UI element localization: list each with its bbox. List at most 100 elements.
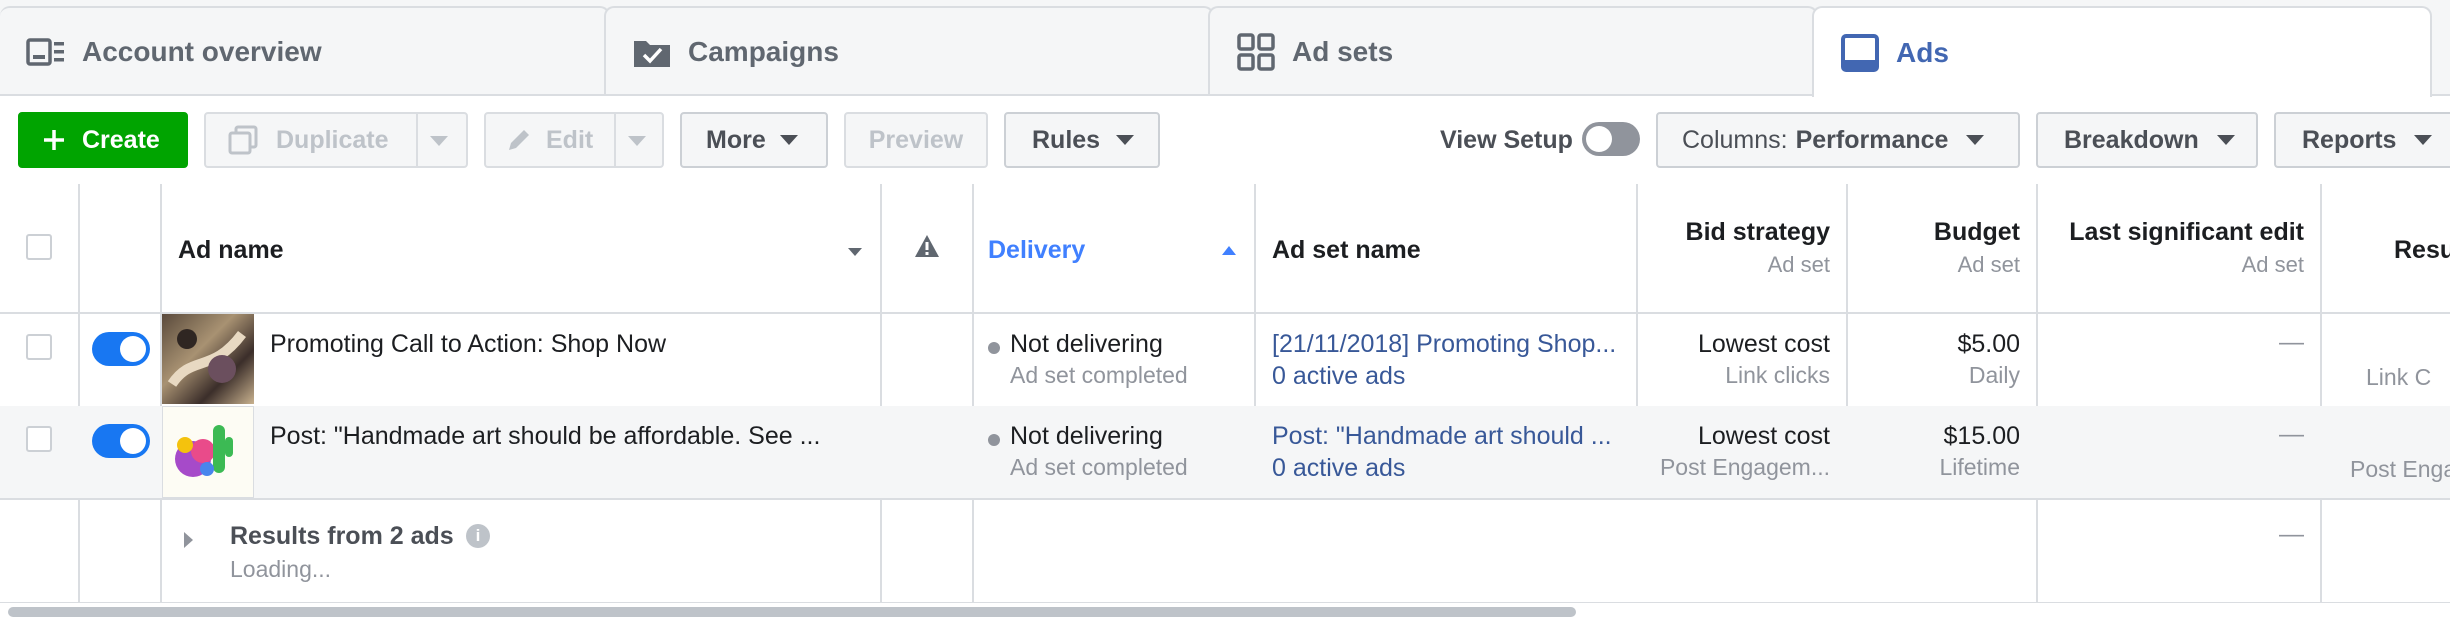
- ad-name[interactable]: Post: "Handmade art should be affordable…: [270, 422, 820, 451]
- col-header-results[interactable]: Resu: [2394, 236, 2450, 265]
- duplicate-icon: [228, 125, 258, 155]
- last-edit: —: [2279, 328, 2304, 356]
- ad-set-active-count: 0 active ads: [1272, 362, 1406, 390]
- col-header-ad-name[interactable]: Ad name: [178, 236, 284, 265]
- horizontal-scrollbar[interactable]: [0, 602, 2450, 621]
- duplicate-dropdown-caret-icon[interactable]: [430, 136, 448, 146]
- toggle-knob: [120, 336, 146, 362]
- sort-caret-icon[interactable]: [848, 248, 862, 256]
- budget: $5.00: [1957, 330, 2020, 358]
- preview-button[interactable]: Preview: [844, 112, 988, 168]
- row-checkbox[interactable]: [26, 426, 52, 452]
- delivery-status-dot: [988, 342, 1000, 354]
- tab-bar: Account overview Campaigns Ad sets Ads: [0, 0, 2450, 97]
- select-all-checkbox[interactable]: [26, 234, 52, 260]
- results-sub: Post Enga: [2350, 456, 2450, 482]
- tab-label: Account overview: [82, 35, 322, 67]
- results-sub: Link C: [2366, 364, 2432, 390]
- ad-status-toggle[interactable]: [92, 424, 150, 458]
- col-subheader-bid-strategy: Ad set: [1767, 252, 1830, 277]
- summary-last-edit: —: [2279, 520, 2304, 548]
- more-button[interactable]: More: [680, 112, 828, 168]
- col-header-ad-set-name[interactable]: Ad set name: [1272, 236, 1421, 265]
- results-summary-label: Results from 2 ads: [230, 522, 454, 550]
- rules-label: Rules: [1032, 125, 1101, 154]
- rules-caret-icon: [1116, 135, 1135, 145]
- table-row[interactable]: Promoting Call to Action: Shop Now Not d…: [0, 314, 2450, 406]
- tab-ad-sets[interactable]: Ad sets: [1208, 6, 1818, 95]
- bid-strategy: Lowest cost: [1697, 330, 1830, 358]
- col-header-delivery[interactable]: Delivery: [988, 236, 1085, 265]
- results-loading: Loading...: [230, 556, 332, 582]
- col-header-last-edit[interactable]: Last significant edit: [2069, 218, 2304, 247]
- reports-caret-icon: [2414, 135, 2433, 145]
- delivery-status: Not delivering: [1010, 330, 1163, 358]
- ad-set-link[interactable]: Post: "Handmade art should ...: [1272, 422, 1632, 451]
- row-checkbox[interactable]: [26, 334, 52, 360]
- ad-set-link[interactable]: [21/11/2018] Promoting Shop...: [1272, 330, 1632, 359]
- view-setup-toggle[interactable]: [1582, 122, 1640, 156]
- ad-name[interactable]: Promoting Call to Action: Shop Now: [270, 330, 666, 359]
- duplicate-split-divider: [416, 114, 418, 166]
- budget: $15.00: [1943, 422, 2020, 450]
- ad-thumbnail-2: [162, 406, 254, 498]
- delivery-substatus: Ad set completed: [1010, 454, 1188, 480]
- tab-label: Ad sets: [1292, 35, 1394, 67]
- bid-strategy-sub: Link clicks: [1725, 362, 1830, 388]
- columns-button[interactable]: Columns: Performance: [1656, 112, 2020, 168]
- ad-sets-grid-icon: [1236, 32, 1276, 71]
- delivery-status-dot: [988, 434, 1000, 446]
- edit-dropdown-caret-icon[interactable]: [628, 136, 646, 146]
- col-subheader-last-edit: Ad set: [2241, 252, 2304, 277]
- bid-strategy: Lowest cost: [1697, 422, 1830, 450]
- create-button[interactable]: Create: [18, 112, 188, 168]
- bid-strategy-sub: Post Engagem...: [1659, 454, 1830, 480]
- campaigns-folder-icon: [632, 33, 672, 71]
- delivery-substatus: Ad set completed: [1010, 362, 1188, 388]
- toolbar: Create Duplicate Edit More Preview Rules…: [0, 96, 2450, 186]
- more-caret-icon: [779, 135, 798, 145]
- budget-sub: Lifetime: [1939, 454, 2020, 480]
- columns-prefix: Columns:: [1682, 125, 1788, 154]
- rules-button[interactable]: Rules: [1004, 112, 1160, 168]
- breakdown-button[interactable]: Breakdown: [2036, 112, 2258, 168]
- ad-set-active-count: 0 active ads: [1272, 454, 1406, 482]
- edit-split-divider: [614, 114, 616, 166]
- info-icon[interactable]: i: [466, 524, 490, 548]
- col-header-bid-strategy[interactable]: Bid strategy: [1686, 218, 1830, 247]
- results-summary-row: Results from 2 ads i Loading... —: [0, 500, 2450, 602]
- more-label: More: [706, 125, 766, 154]
- reports-label: Reports: [2302, 125, 2397, 154]
- columns-value: Performance: [1795, 125, 1949, 154]
- ad-status-toggle[interactable]: [92, 332, 150, 366]
- thumbnail-art-1: [167, 329, 246, 387]
- plus-icon: [44, 130, 64, 150]
- columns-caret-icon: [1966, 135, 1985, 145]
- view-setup-label: View Setup: [1440, 126, 1573, 154]
- create-label: Create: [82, 125, 160, 154]
- breakdown-label: Breakdown: [2064, 125, 2199, 154]
- expand-caret-icon[interactable]: [184, 532, 193, 548]
- last-edit: —: [2279, 420, 2304, 448]
- thumbnail-art-2: [175, 425, 233, 477]
- table-row[interactable]: Post: "Handmade art should be affordable…: [0, 406, 2450, 498]
- tab-ads[interactable]: Ads: [1812, 6, 2432, 97]
- preview-label: Preview: [868, 125, 964, 154]
- delivery-status: Not delivering: [1010, 422, 1163, 450]
- tab-account-overview[interactable]: Account overview: [0, 6, 610, 95]
- tab-label: Campaigns: [688, 35, 839, 67]
- col-subheader-budget: Ad set: [1957, 252, 2020, 277]
- duplicate-button[interactable]: Duplicate: [204, 112, 468, 168]
- breakdown-caret-icon: [2216, 135, 2235, 145]
- tab-label: Ads: [1896, 36, 1949, 68]
- reports-button[interactable]: Reports: [2274, 112, 2450, 168]
- scrollbar-thumb[interactable]: [8, 607, 1576, 617]
- ads-monitor-icon: [1840, 33, 1880, 72]
- warning-icon: [915, 235, 939, 257]
- toggle-knob: [1586, 126, 1612, 152]
- toggle-knob: [120, 428, 146, 454]
- edit-button[interactable]: Edit: [484, 112, 664, 168]
- tab-campaigns[interactable]: Campaigns: [604, 6, 1214, 95]
- pencil-icon: [509, 130, 529, 150]
- col-header-budget[interactable]: Budget: [1934, 218, 2020, 247]
